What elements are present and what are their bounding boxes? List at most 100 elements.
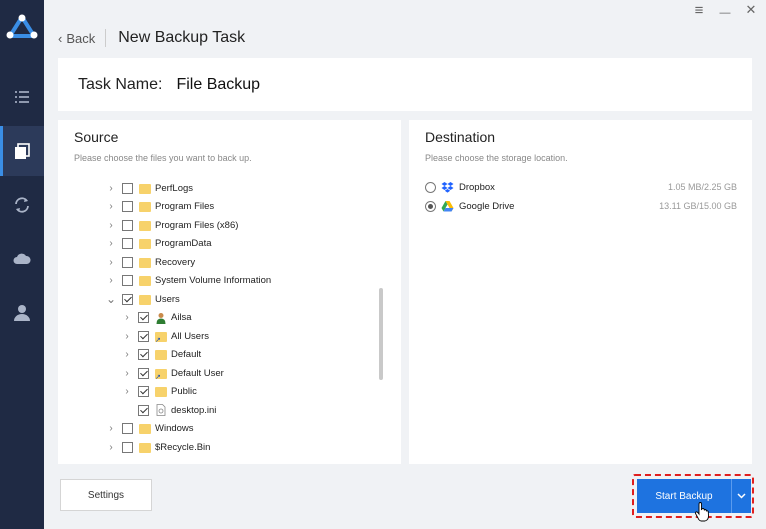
sidebar-item-account[interactable] bbox=[0, 288, 44, 338]
tree-item[interactable]: ⌄ Users bbox=[106, 290, 180, 308]
tree-checkbox[interactable] bbox=[138, 404, 149, 416]
destination-item[interactable]: Google Drive 13.11 GB/15.00 GB bbox=[425, 197, 737, 215]
start-backup-dropdown[interactable] bbox=[731, 479, 751, 513]
task-name-label: Task Name: bbox=[78, 75, 163, 93]
tree-item[interactable]: › ProgramData bbox=[106, 235, 212, 253]
chevron-down-icon[interactable]: ⌄ bbox=[106, 293, 116, 305]
tree-checkbox[interactable] bbox=[122, 182, 133, 194]
chevron-right-icon[interactable]: › bbox=[122, 386, 132, 397]
tree-item-label: PerfLogs bbox=[155, 182, 194, 194]
page-title: New Backup Task bbox=[118, 29, 246, 46]
folder-icon bbox=[155, 331, 167, 344]
tree-checkbox[interactable] bbox=[138, 312, 149, 323]
chevron-right-icon[interactable]: › bbox=[106, 275, 116, 286]
tree-item-label: Default User bbox=[171, 367, 224, 379]
minimize-icon[interactable]: — bbox=[718, 2, 732, 24]
folder-icon bbox=[139, 294, 151, 305]
tree-item[interactable]: › Recovery bbox=[106, 253, 195, 271]
destination-size: 1.05 MB/2.25 GB bbox=[667, 182, 737, 192]
task-name-bar: Task Name: File Backup bbox=[58, 58, 752, 111]
destination-radio[interactable] bbox=[425, 181, 436, 193]
chevron-right-icon[interactable]: › bbox=[122, 349, 132, 360]
back-button[interactable]: ‹ Back bbox=[58, 31, 95, 46]
folder-icon bbox=[139, 202, 151, 212]
chevron-right-icon[interactable]: › bbox=[106, 183, 116, 194]
scrollbar[interactable] bbox=[379, 288, 383, 380]
tree-item-label: Public bbox=[171, 386, 197, 397]
tree-checkbox[interactable] bbox=[122, 441, 133, 453]
start-backup-button[interactable]: Start Backup bbox=[637, 479, 731, 513]
backup-icon bbox=[15, 143, 30, 159]
chevron-right-icon[interactable]: › bbox=[122, 312, 132, 323]
tree-item-label: Windows bbox=[155, 423, 194, 434]
destination-subtitle: Please choose the storage location. bbox=[425, 153, 568, 163]
chevron-right-icon[interactable]: › bbox=[122, 331, 132, 342]
settings-button[interactable]: Settings bbox=[60, 479, 152, 511]
tree-item-label: All Users bbox=[171, 330, 210, 342]
tree-item[interactable]: › Ailsa bbox=[122, 309, 192, 327]
source-title: Source bbox=[74, 129, 119, 145]
tree-item-label: ProgramData bbox=[155, 238, 212, 249]
destination-title: Destination bbox=[425, 129, 496, 145]
tree-item[interactable]: › Public bbox=[122, 383, 197, 401]
tree-item[interactable]: › All Users bbox=[122, 327, 209, 345]
chevron-right-icon[interactable]: › bbox=[106, 201, 116, 212]
source-subtitle: Please choose the files you want to back… bbox=[74, 153, 252, 163]
chevron-right-icon[interactable]: › bbox=[122, 368, 132, 379]
chevron-right-icon[interactable]: › bbox=[106, 423, 116, 434]
list-icon bbox=[15, 91, 29, 103]
tree-checkbox[interactable] bbox=[122, 238, 133, 249]
tree-item[interactable]: › Windows bbox=[106, 420, 194, 438]
tree-checkbox[interactable] bbox=[122, 293, 133, 305]
tree-checkbox[interactable] bbox=[138, 349, 149, 360]
destination-radio[interactable] bbox=[425, 200, 436, 212]
tree-checkbox[interactable] bbox=[122, 201, 133, 212]
task-name-field[interactable]: File Backup bbox=[176, 76, 260, 94]
chevron-right-icon[interactable]: › bbox=[106, 257, 116, 268]
tree-item-label: desktop.ini bbox=[171, 404, 217, 416]
chevron-right-icon[interactable]: › bbox=[106, 220, 116, 231]
tree-item[interactable]: › Default User bbox=[122, 364, 224, 382]
dropbox-icon bbox=[441, 181, 454, 194]
chevron-right-icon[interactable]: › bbox=[106, 442, 116, 453]
chevron-right-icon[interactable]: › bbox=[106, 238, 116, 249]
google-drive-icon bbox=[441, 200, 454, 213]
start-backup-highlight: Start Backup bbox=[632, 474, 754, 518]
destination-item[interactable]: Dropbox 1.05 MB/2.25 GB bbox=[425, 178, 737, 196]
tree-item[interactable]: desktop.ini bbox=[122, 401, 216, 419]
chevron-down-icon bbox=[737, 493, 746, 499]
folder-icon bbox=[139, 442, 151, 453]
tree-item-label: Default bbox=[171, 349, 202, 360]
tree-checkbox[interactable] bbox=[138, 367, 149, 379]
folder-icon bbox=[139, 239, 151, 249]
tree-item-label: Ailsa bbox=[171, 312, 192, 323]
tree-item[interactable]: › Default bbox=[122, 346, 201, 364]
tree-item-label: $Recycle.Bin bbox=[155, 441, 211, 453]
tree-item[interactable]: › $Recycle.Bin bbox=[106, 438, 210, 456]
page-header: ‹ Back New Backup Task bbox=[58, 26, 245, 50]
tree-checkbox[interactable] bbox=[122, 219, 133, 231]
tree-checkbox[interactable] bbox=[122, 256, 133, 268]
close-icon[interactable]: ✕ bbox=[744, 2, 758, 24]
tree-item[interactable]: › PerfLogs bbox=[106, 179, 193, 197]
source-panel: Source Please choose the files you want … bbox=[58, 120, 401, 464]
tree-checkbox[interactable] bbox=[138, 386, 149, 397]
tree-item-label: Recovery bbox=[155, 256, 196, 268]
tree-checkbox[interactable] bbox=[122, 275, 133, 286]
menu-icon[interactable]: ≡ bbox=[692, 2, 706, 24]
sidebar-item-backup[interactable] bbox=[0, 126, 44, 176]
sidebar-item-home[interactable] bbox=[0, 72, 44, 122]
back-label: Back bbox=[66, 30, 96, 46]
tree-checkbox[interactable] bbox=[138, 330, 149, 342]
destination-label: Google Drive bbox=[459, 200, 515, 212]
window-controls: ≡ — ✕ bbox=[692, 2, 758, 24]
tree-item-label: Program Files (x86) bbox=[155, 219, 239, 231]
sidebar-item-cloud[interactable] bbox=[0, 234, 44, 284]
tree-item[interactable]: › System Volume Information bbox=[106, 272, 271, 290]
tree-checkbox[interactable] bbox=[122, 423, 133, 434]
destination-size: 13.11 GB/15.00 GB bbox=[659, 201, 737, 211]
tree-item[interactable]: › Program Files bbox=[106, 198, 214, 216]
sidebar-item-sync[interactable] bbox=[0, 180, 44, 230]
tree-item-label: Program Files bbox=[155, 201, 215, 212]
tree-item[interactable]: › Program Files (x86) bbox=[106, 216, 238, 234]
